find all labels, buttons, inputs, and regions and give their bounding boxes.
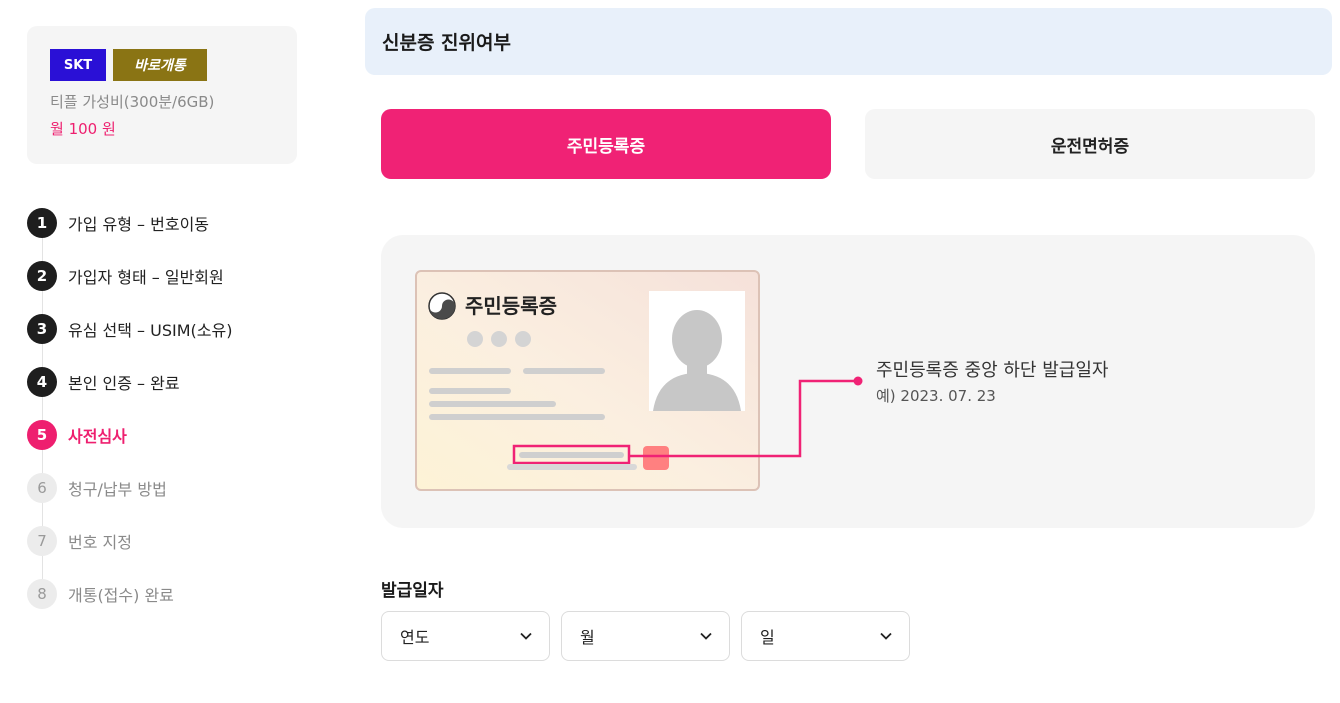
step-number: 6: [27, 472, 57, 503]
plan-name: 티플 가성비(300분/6GB): [50, 93, 215, 111]
card-text-line: [429, 414, 605, 420]
signup-steps: 1 가입 유형 – 번호이동 2 가입자 형태 – 일반회원 3 유심 선택 –…: [27, 196, 327, 620]
guide-title: 주민등록증 중앙 하단 발급일자: [876, 360, 1109, 381]
tab-resident-card[interactable]: 주민등록증: [381, 109, 831, 179]
taegeuk-emblem-icon: [428, 292, 456, 320]
issue-date-line: [519, 452, 624, 458]
step-label: 개통(접수) 완료: [68, 585, 174, 605]
step-1[interactable]: 1 가입 유형 – 번호이동: [27, 196, 327, 249]
step-label: 가입 유형 – 번호이동: [68, 214, 210, 234]
step-number: 1: [27, 207, 57, 238]
step-3[interactable]: 3 유심 선택 – USIM(소유): [27, 302, 327, 355]
plan-badges: SKT 바로개통: [50, 49, 274, 81]
step-6: 6 청구/납부 방법: [27, 461, 327, 514]
step-label: 가입자 형태 – 일반회원: [68, 267, 224, 287]
step-2[interactable]: 2 가입자 형태 – 일반회원: [27, 249, 327, 302]
guide-example: 예) 2023. 07. 23: [876, 387, 996, 405]
step-label: 유심 선택 – USIM(소유): [68, 320, 233, 340]
section-title: 신분증 진위여부: [365, 8, 1332, 75]
card-text-line: [507, 464, 637, 470]
card-dot: [491, 331, 507, 347]
month-select[interactable]: 월: [561, 611, 730, 661]
card-text-line: [429, 388, 511, 394]
step-number: 3: [27, 313, 57, 344]
id-card-drawing: 주민등록증: [415, 270, 863, 491]
year-select[interactable]: 연도: [381, 611, 550, 661]
guide-connector-dot: [853, 376, 863, 386]
tab-driver-license[interactable]: 운전면허증: [865, 109, 1315, 179]
step-number: 2: [27, 260, 57, 291]
card-text-line: [429, 368, 511, 374]
step-label: 청구/납부 방법: [68, 479, 167, 499]
card-dot: [467, 331, 483, 347]
step-number: 7: [27, 525, 57, 556]
card-dot: [515, 331, 531, 347]
chevron-down-icon: [520, 632, 532, 640]
month-select-value: 월: [580, 628, 595, 647]
carrier-badge: SKT: [50, 49, 106, 81]
step-label: 본인 인증 – 완료: [68, 373, 180, 393]
step-8: 8 개통(접수) 완료: [27, 567, 327, 620]
chevron-down-icon: [700, 632, 712, 640]
step-7: 7 번호 지정: [27, 514, 327, 567]
step-label: 사전심사: [68, 426, 127, 446]
card-text-line: [523, 368, 605, 374]
card-title: 주민등록증: [465, 294, 557, 318]
plan-price: 월 100 원: [50, 120, 116, 138]
instant-open-badge: 바로개통: [113, 49, 207, 81]
step-5[interactable]: 5 사전심사: [27, 408, 327, 461]
id-card-guide-illustration: 주민등록증 주민등록증 중앙 하단 발급일자 예) 2023. 07. 23: [381, 235, 1315, 528]
step-number: 5: [27, 419, 57, 450]
card-text-line: [429, 401, 556, 407]
step-number: 8: [27, 578, 57, 609]
day-select-value: 일: [760, 628, 775, 647]
chevron-down-icon: [880, 632, 892, 640]
step-number: 4: [27, 366, 57, 397]
stamp-mark: [643, 446, 669, 470]
day-select[interactable]: 일: [741, 611, 910, 661]
step-label: 번호 지정: [68, 532, 132, 552]
plan-summary-card: SKT 바로개통 티플 가성비(300분/6GB) 월 100 원: [27, 26, 297, 164]
year-select-value: 연도: [400, 628, 430, 647]
issue-date-label: 발급일자: [381, 581, 444, 601]
step-4[interactable]: 4 본인 인증 – 완료: [27, 355, 327, 408]
